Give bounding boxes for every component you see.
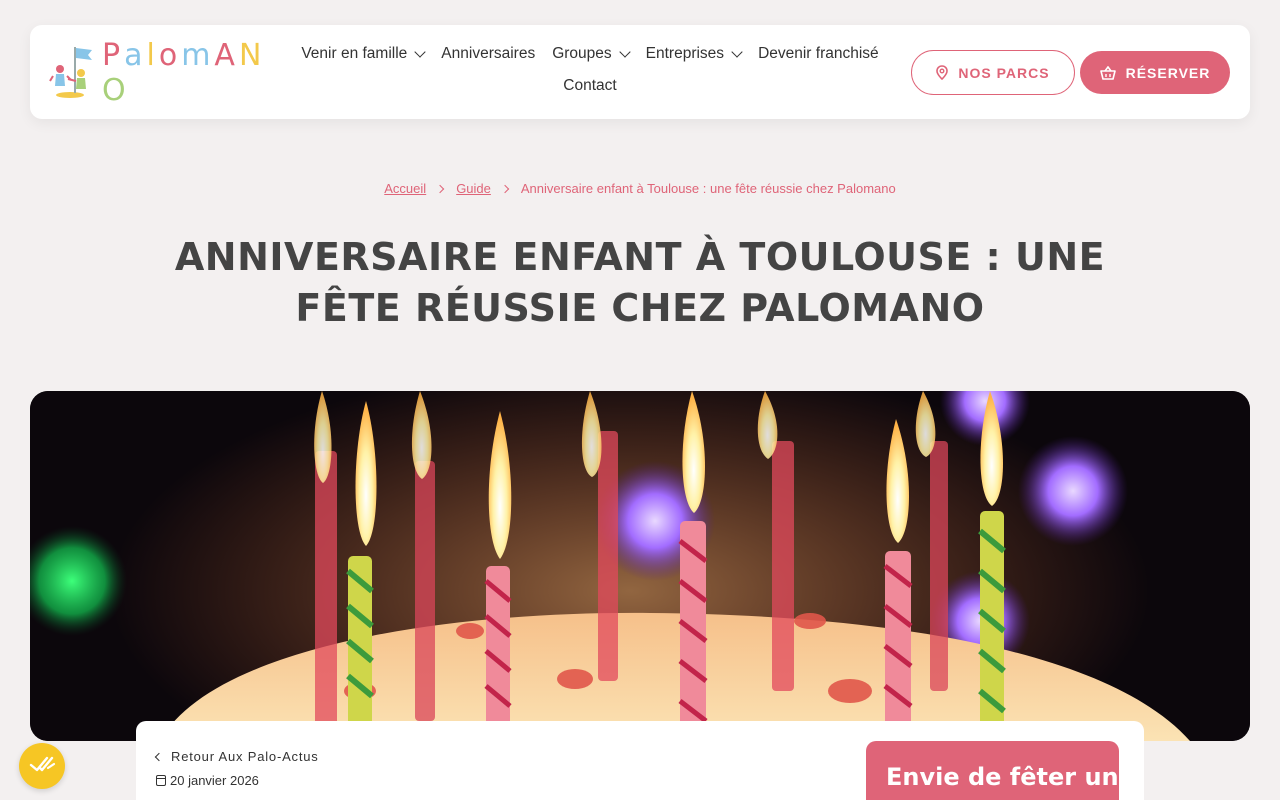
back-link-label: Retour Aux Palo-Actus xyxy=(171,749,319,764)
hero-image-birthday-candles xyxy=(30,391,1250,741)
reserver-label: RÉSERVER xyxy=(1125,64,1211,81)
nav-label: Groupes xyxy=(552,45,612,62)
cta-title: Envie de fêter un xyxy=(886,763,1119,791)
back-to-palo-actus-link[interactable]: Retour Aux Palo-Actus xyxy=(154,749,319,764)
logo-letter: N xyxy=(238,38,266,73)
calendar-icon xyxy=(156,775,166,786)
logo-letter: A xyxy=(214,38,239,73)
article-date: 20 janvier 2026 xyxy=(156,773,259,788)
logo-text: PalomAN O xyxy=(102,38,278,108)
nos-parcs-button[interactable]: NOS PARCS xyxy=(911,50,1075,95)
checkmark-icon xyxy=(28,754,56,779)
chevron-down-icon xyxy=(618,46,631,58)
nav-anniversaires[interactable]: Anniversaires xyxy=(441,43,535,65)
logo-letter: m xyxy=(181,38,215,73)
chevron-right-icon xyxy=(435,184,445,194)
nos-parcs-label: NOS PARCS xyxy=(958,64,1050,81)
reserver-button[interactable]: RÉSERVER xyxy=(1080,51,1230,94)
nav-devenir-franchise[interactable]: Devenir franchisé xyxy=(758,43,879,65)
chevron-right-icon xyxy=(500,184,510,194)
logo-letter: o xyxy=(158,38,182,73)
palomano-logo[interactable]: PalomAN O xyxy=(48,38,278,108)
checkmark-badge-button[interactable] xyxy=(19,743,65,789)
article-card: Retour Aux Palo-Actus 20 janvier 2026 En… xyxy=(136,721,1144,800)
nav-label: Anniversaires xyxy=(441,45,536,62)
breadcrumb-current: Anniversaire enfant à Toulouse : une fêt… xyxy=(520,181,896,196)
map-pin-icon xyxy=(936,65,949,80)
site-header: PalomAN O Venir en famille Anniversaires … xyxy=(30,25,1250,119)
logo-letter: P xyxy=(102,38,125,73)
logo-letter: a xyxy=(124,38,147,73)
nav-label: Devenir franchisé xyxy=(758,45,879,62)
article-date-text: 20 janvier 2026 xyxy=(170,773,259,788)
main-nav: Venir en famille Anniversaires Groupes E… xyxy=(280,43,900,97)
chevron-down-icon xyxy=(731,46,743,58)
logo-kids-icon xyxy=(48,43,96,103)
chevron-left-icon xyxy=(154,752,164,761)
birthday-cta-box: Envie de fêter un xyxy=(866,741,1119,800)
nav-label: Venir en famille xyxy=(301,45,408,62)
basket-icon xyxy=(1099,65,1116,80)
page-title: ANNIVERSAIRE ENFANT À TOULOUSE : UNE FÊT… xyxy=(174,235,1106,330)
nav-label: Contact xyxy=(563,77,617,94)
nav-entreprises[interactable]: Entreprises xyxy=(645,43,743,65)
nav-contact[interactable]: Contact xyxy=(563,75,616,97)
nav-groupes[interactable]: Groupes xyxy=(552,43,631,65)
breadcrumb-guide[interactable]: Guide xyxy=(456,181,491,196)
chevron-down-icon xyxy=(414,46,426,58)
logo-letter: l xyxy=(146,38,159,73)
breadcrumb: Accueil Guide Anniversaire enfant à Toulou… xyxy=(0,181,1280,196)
breadcrumb-home[interactable]: Accueil xyxy=(384,181,426,196)
nav-label: Entreprises xyxy=(645,45,725,62)
logo-letter: O xyxy=(102,73,130,108)
nav-venir-en-famille[interactable]: Venir en famille xyxy=(301,43,426,65)
